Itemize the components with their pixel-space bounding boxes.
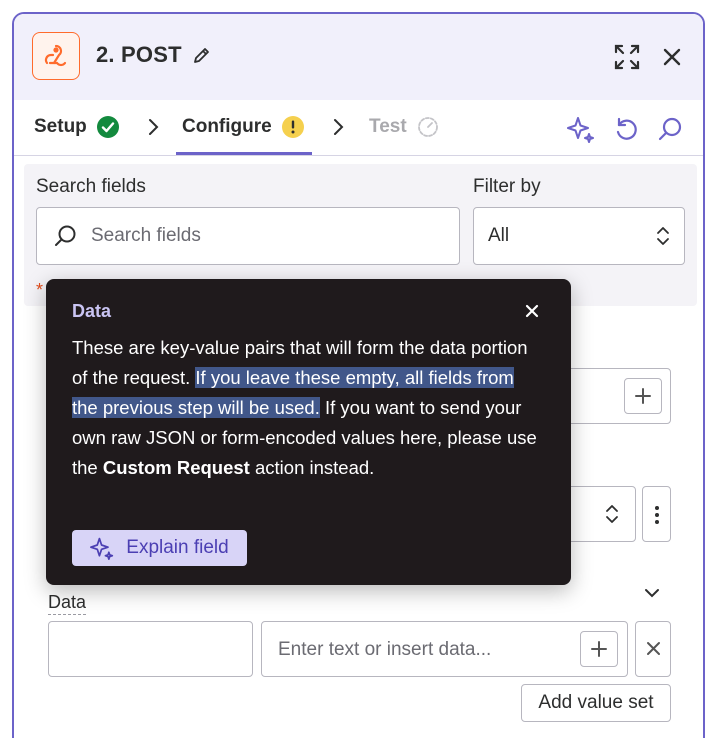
plus-icon	[635, 388, 651, 404]
search-fields-box[interactable]	[36, 207, 460, 265]
undo-icon	[616, 117, 637, 140]
expand-button[interactable]	[612, 42, 642, 72]
expand-icon	[614, 44, 640, 70]
warning-circle-icon	[281, 116, 304, 138]
search-icon	[658, 117, 682, 141]
tooltip-text-bold: Custom Request	[102, 457, 250, 478]
tooltip-title: Data	[72, 301, 112, 321]
tab-configure[interactable]: Configure	[182, 116, 304, 138]
step-tabs: Setup Configure Test	[14, 100, 703, 156]
chevron-right-icon	[149, 119, 159, 135]
webhook-app-icon	[32, 32, 80, 80]
data-insert-button[interactable]	[580, 631, 618, 667]
data-value-placeholder: Enter text or insert data...	[278, 639, 492, 660]
close-panel-button[interactable]	[657, 42, 687, 72]
sparkle-icon	[90, 537, 114, 560]
explain-field-button[interactable]: Explain field	[72, 530, 247, 566]
timer-icon	[417, 117, 438, 137]
step-title[interactable]: 2. POST	[96, 42, 212, 68]
webhook-icon	[44, 44, 67, 67]
close-icon	[647, 642, 660, 655]
filter-by-select[interactable]: All	[473, 207, 685, 265]
filter-by-value: All	[488, 225, 510, 246]
tooltip-body: These are key-value pairs that will form…	[72, 333, 542, 483]
search-fields-input[interactable]	[91, 225, 431, 247]
more-vertical-icon	[655, 506, 659, 524]
sparkle-icon	[567, 117, 594, 143]
undo-button[interactable]	[611, 114, 641, 144]
pencil-icon[interactable]	[192, 45, 212, 65]
tab-setup-label: Setup	[34, 116, 87, 137]
tab-configure-label: Configure	[182, 116, 272, 137]
search-fields-label: Search fields	[36, 176, 146, 197]
search-icon	[55, 225, 76, 246]
tab-test-label: Test	[369, 116, 407, 137]
step-title-text: 2. POST	[96, 42, 182, 67]
ai-assist-button[interactable]	[566, 114, 596, 144]
step-header: 2. POST	[14, 14, 703, 100]
search-step-button[interactable]	[655, 114, 685, 144]
field-help-tooltip: Data These are key-value pairs that will…	[46, 279, 571, 585]
remove-value-button[interactable]	[635, 621, 671, 677]
data-value-input[interactable]: Enter text or insert data...	[261, 621, 628, 677]
chevron-right-icon	[334, 119, 344, 135]
select-arrows-icon	[657, 227, 669, 245]
select-arrows-icon	[606, 505, 618, 523]
plus-icon	[591, 641, 607, 657]
data-key-input[interactable]	[48, 621, 253, 677]
filter-by-label: Filter by	[473, 176, 541, 197]
close-icon	[525, 304, 539, 318]
active-tab-indicator	[176, 152, 312, 155]
field-options-button[interactable]	[642, 486, 671, 542]
explain-field-label: Explain field	[126, 537, 229, 558]
tooltip-close-button[interactable]	[520, 299, 544, 323]
url-insert-data-button[interactable]	[624, 378, 662, 414]
tab-test[interactable]: Test	[369, 116, 439, 138]
tooltip-text-end: action instead.	[255, 457, 375, 478]
required-marker: *	[36, 280, 44, 300]
data-field-label[interactable]: Data	[48, 592, 87, 615]
tab-setup[interactable]: Setup	[34, 116, 119, 138]
chevron-down-icon[interactable]	[643, 586, 661, 600]
add-value-set-button[interactable]: Add value set	[521, 684, 671, 722]
check-circle-icon	[96, 116, 119, 138]
close-icon	[663, 48, 681, 66]
